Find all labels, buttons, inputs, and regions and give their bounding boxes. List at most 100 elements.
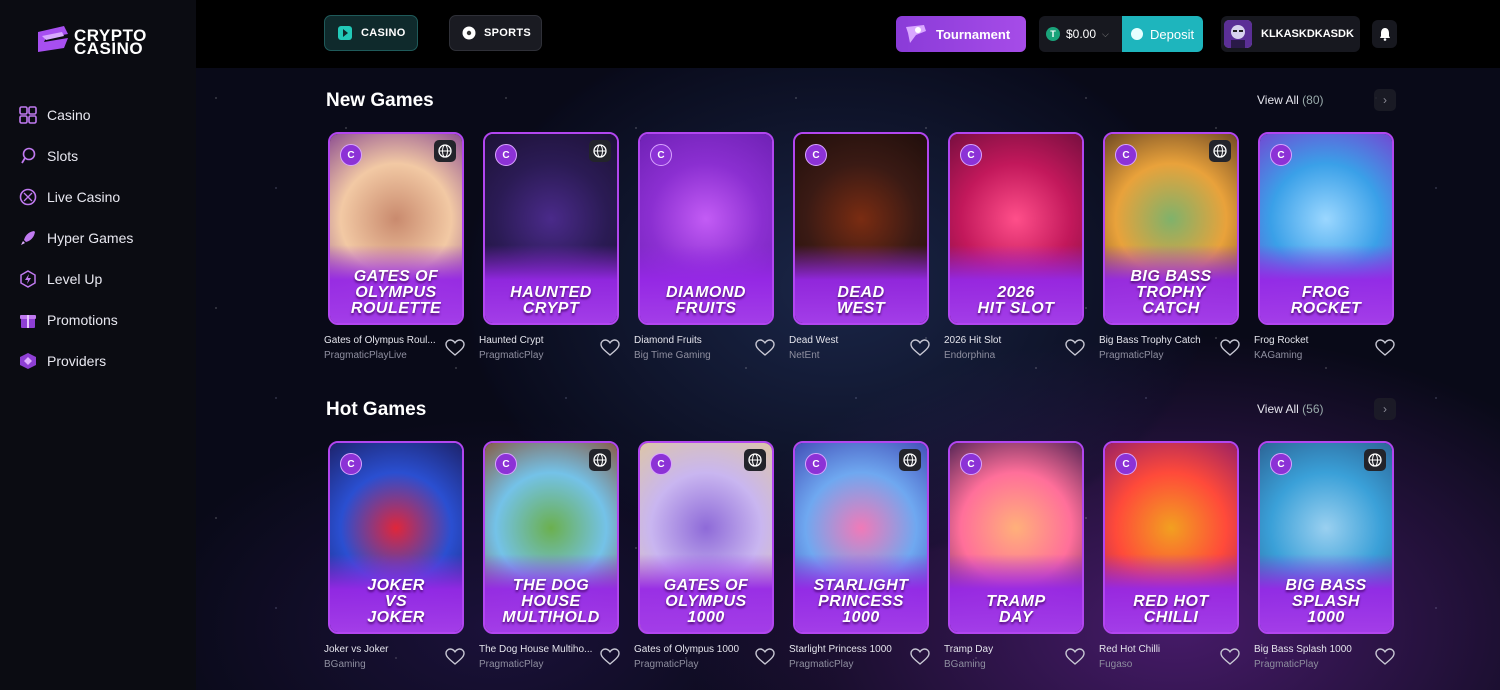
casino-badge-icon: C (1270, 144, 1292, 166)
favorite-heart-icon[interactable] (1065, 648, 1085, 666)
sidebar-item-live-casino[interactable]: Live Casino (18, 176, 188, 217)
casino-tab-button[interactable]: CASINO (324, 15, 418, 51)
favorite-heart-icon[interactable] (910, 339, 930, 357)
section-title: New Games (326, 90, 434, 111)
favorite-heart-icon[interactable] (1065, 339, 1085, 357)
chevron-right-icon: › (1383, 93, 1387, 107)
casino-badge-icon: C (650, 144, 672, 166)
game-name[interactable]: Frog Rocket (1254, 335, 1372, 346)
game-name[interactable]: Dead West (789, 335, 907, 346)
game-card[interactable]: TRAMP DAY C (948, 441, 1084, 634)
title-line-1: THE DOG (512, 577, 590, 594)
title-line-2: PRINCESS (818, 593, 904, 610)
tournament-button[interactable]: Tournament (896, 16, 1026, 52)
sidebar-item-hyper-games[interactable]: Hyper Games (18, 217, 188, 258)
game-name[interactable]: Joker vs Joker (324, 644, 442, 655)
live-globe-icon (589, 140, 611, 162)
game-card[interactable]: RED HOT CHILLI C (1103, 441, 1239, 634)
favorite-heart-icon[interactable] (445, 648, 465, 666)
avatar (1224, 20, 1252, 48)
favorite-heart-icon[interactable] (1220, 339, 1240, 357)
favorite-heart-icon[interactable] (445, 339, 465, 357)
deposit-label: Deposit (1150, 26, 1195, 42)
game-card[interactable]: FROG ROCKET C (1258, 132, 1394, 325)
sidebar-item-casino[interactable]: Casino (18, 94, 188, 135)
view-all-count: (56) (1302, 402, 1324, 416)
game-provider: BGaming (324, 659, 366, 670)
game-card[interactable]: STARLIGHT PRINCESS 1000 C (793, 441, 929, 634)
game-name[interactable]: 2026 Hit Slot (944, 335, 1062, 346)
wallet-icon (1131, 28, 1143, 40)
tether-coin-icon: T (1046, 27, 1060, 41)
sidebar-item-label: Providers (47, 352, 107, 369)
sidebar-item-label: Live Casino (47, 188, 121, 205)
game-name[interactable]: Gates of Olympus Roul... (324, 335, 442, 346)
user-menu[interactable]: KLKASKDKASDK (1221, 16, 1360, 52)
title-line-2: HOUSE (521, 593, 581, 610)
title-line-2: RED HOT (1133, 593, 1209, 610)
level-up-icon (18, 269, 38, 289)
bell-icon (1379, 28, 1390, 41)
sidebar-item-slots[interactable]: Slots (18, 135, 188, 176)
game-card[interactable]: DIAMOND FRUITS C (638, 132, 774, 325)
favorite-heart-icon[interactable] (755, 339, 775, 357)
next-arrow-button[interactable]: › (1374, 89, 1396, 111)
game-card[interactable]: JOKER VS JOKER C (328, 441, 464, 634)
title-line-3: MULTIHOLD (502, 609, 600, 626)
next-arrow-button[interactable]: › (1374, 398, 1396, 420)
game-title-art: GATES OF OLYMPUS ROULETTE (330, 269, 462, 317)
game-title-art: FROG ROCKET (1260, 285, 1392, 317)
game-name[interactable]: Starlight Princess 1000 (789, 644, 907, 655)
game-title-art: DIAMOND FRUITS (640, 285, 772, 317)
sidebar-item-providers[interactable]: Providers (18, 340, 188, 381)
game-card[interactable]: GATES OF OLYMPUS ROULETTE C (328, 132, 464, 325)
game-provider: PragmaticPlay (479, 350, 544, 361)
title-line-3: CRYPT (522, 300, 580, 317)
brand-logo[interactable]: CRYPTO CASINO (34, 24, 174, 60)
providers-icon (18, 351, 38, 371)
game-provider: NetEnt (789, 350, 820, 361)
casino-badge-icon: C (960, 453, 982, 475)
deposit-button[interactable]: Deposit (1122, 16, 1203, 52)
favorite-heart-icon[interactable] (600, 648, 620, 666)
sports-tab-button[interactable]: SPORTS (449, 15, 542, 51)
game-card[interactable]: DEAD WEST C (793, 132, 929, 325)
game-card[interactable]: 2026 HIT SLOT C (948, 132, 1084, 325)
view-all-label: View All (1257, 402, 1299, 416)
game-name[interactable]: Tramp Day (944, 644, 1062, 655)
game-title-art: HAUNTED CRYPT (485, 285, 617, 317)
favorite-heart-icon[interactable] (1375, 648, 1395, 666)
sidebar-item-level-up[interactable]: Level Up (18, 258, 188, 299)
game-title-art: BIG BASS TROPHY CATCH (1105, 269, 1237, 317)
game-card[interactable]: GATES OF OLYMPUS 1000 C (638, 441, 774, 634)
game-card[interactable]: BIG BASS TROPHY CATCH C (1103, 132, 1239, 325)
favorite-heart-icon[interactable] (1220, 648, 1240, 666)
game-name[interactable]: Red Hot Chilli (1099, 644, 1217, 655)
balance-value: $0.00 (1066, 27, 1097, 41)
favorite-heart-icon[interactable] (600, 339, 620, 357)
view-all-link[interactable]: View All (80) (1257, 93, 1324, 107)
view-all-link[interactable]: View All (56) (1257, 402, 1324, 416)
game-name[interactable]: Big Bass Trophy Catch (1099, 335, 1217, 346)
title-line-3: WEST (836, 300, 886, 317)
title-line-2: TROPHY (1136, 284, 1206, 301)
casino-badge-icon: C (340, 453, 362, 475)
game-title-art: 2026 HIT SLOT (950, 285, 1082, 317)
notifications-button[interactable] (1372, 20, 1397, 48)
tournament-label: Tournament (936, 26, 1011, 42)
game-card[interactable]: THE DOG HOUSE MULTIHOLD C (483, 441, 619, 634)
game-name[interactable]: Big Bass Splash 1000 (1254, 644, 1372, 655)
game-title-art: RED HOT CHILLI (1105, 594, 1237, 626)
game-name[interactable]: The Dog House Multiho... (479, 644, 597, 655)
sidebar-item-promotions[interactable]: Promotions (18, 299, 188, 340)
casino-badge-icon: C (650, 453, 672, 475)
game-name[interactable]: Diamond Fruits (634, 335, 752, 346)
favorite-heart-icon[interactable] (910, 648, 930, 666)
game-name[interactable]: Gates of Olympus 1000 (634, 644, 752, 655)
favorite-heart-icon[interactable] (1375, 339, 1395, 357)
favorite-heart-icon[interactable] (755, 648, 775, 666)
game-card[interactable]: BIG BASS SPLASH 1000 C (1258, 441, 1394, 634)
game-card[interactable]: HAUNTED CRYPT C (483, 132, 619, 325)
balance-selector[interactable]: T $0.00 ⌵ (1039, 16, 1123, 52)
game-name[interactable]: Haunted Crypt (479, 335, 597, 346)
